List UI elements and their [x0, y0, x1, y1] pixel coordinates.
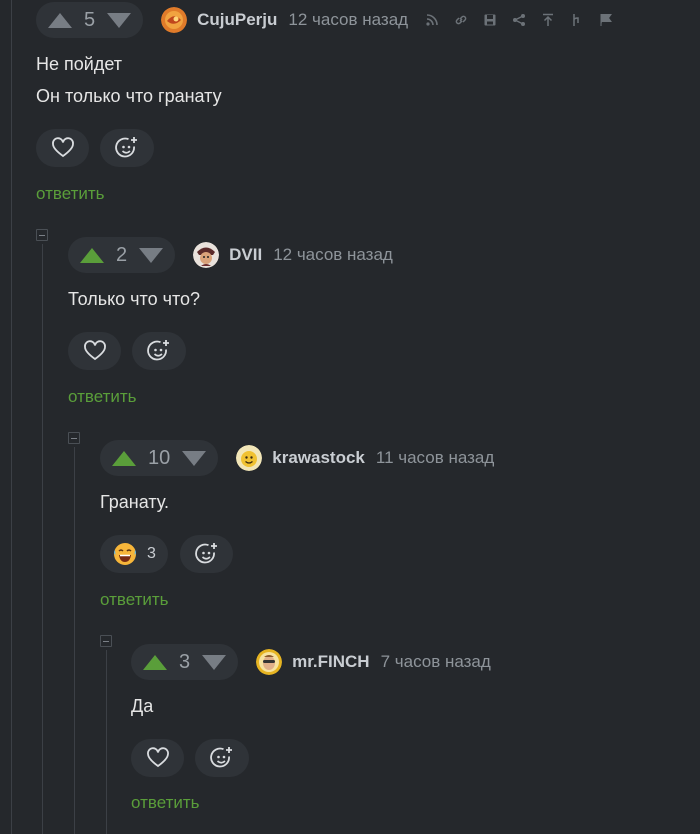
thread-line [74, 447, 75, 834]
avatar[interactable] [256, 649, 283, 675]
username[interactable]: krawastock [272, 448, 365, 468]
add-emoji-icon [115, 137, 137, 158]
like-button[interactable] [131, 739, 184, 777]
downvote-icon[interactable] [202, 654, 227, 670]
reply-link[interactable]: ответить [100, 590, 169, 610]
timestamp[interactable]: 7 часов назад [381, 652, 491, 672]
username[interactable]: CujuPerju [197, 10, 277, 30]
vote-count: 2 [116, 243, 128, 266]
comment-header: 2 DVII 12 часов назад [68, 237, 393, 273]
vote-count: 10 [148, 446, 171, 469]
add-emoji-icon [147, 340, 169, 361]
reply-link[interactable]: ответить [131, 793, 200, 813]
vote-box: 2 [68, 237, 176, 273]
link-icon[interactable] [451, 10, 471, 30]
comment-header: 10 krawastock 11 часов назад [100, 440, 494, 476]
reply-link[interactable]: ответить [68, 387, 137, 407]
vote-box: 5 [36, 2, 144, 38]
comment-text: Только что что? [68, 289, 201, 309]
reaction-laugh-button[interactable]: 3 [100, 535, 168, 573]
upvote-icon[interactable] [112, 450, 136, 466]
share-icon[interactable] [509, 10, 529, 30]
add-reaction-button[interactable] [180, 535, 233, 573]
thread-line [106, 650, 107, 834]
timestamp[interactable]: 12 часов назад [288, 10, 408, 30]
save-icon[interactable] [480, 10, 500, 30]
comment-text: Гранату. [100, 492, 169, 512]
add-reaction-button[interactable] [132, 332, 186, 370]
timestamp[interactable]: 11 часов назад [376, 448, 494, 468]
upvote-icon[interactable] [80, 247, 104, 263]
avatar[interactable] [236, 445, 263, 471]
vote-box: 3 [131, 644, 239, 680]
downvote-icon[interactable] [182, 450, 207, 466]
comment-text: Да [131, 696, 154, 716]
username[interactable]: DVII [229, 245, 262, 265]
collapse-thread-button[interactable] [100, 635, 112, 647]
comment-toolbar [422, 10, 625, 30]
reply-link[interactable]: ответить [36, 184, 105, 204]
add-reaction-button[interactable] [100, 129, 154, 167]
reaction-count: 3 [147, 545, 156, 562]
avatar[interactable] [193, 242, 220, 268]
downvote-icon[interactable] [107, 12, 132, 28]
like-button[interactable] [68, 332, 121, 370]
upvote-icon[interactable] [143, 654, 167, 670]
vote-box: 10 [100, 440, 219, 476]
rss-icon[interactable] [422, 10, 442, 30]
username[interactable]: mr.FINCH [292, 652, 369, 672]
vote-count: 5 [84, 8, 96, 31]
downvote-icon[interactable] [139, 247, 164, 263]
thread-line [11, 0, 12, 834]
thread-line [42, 244, 43, 834]
avatar[interactable] [161, 7, 188, 33]
add-reaction-button[interactable] [195, 739, 249, 777]
vote-count: 3 [179, 650, 191, 673]
collapse-thread-button[interactable] [36, 229, 48, 241]
report-flag-icon[interactable] [596, 10, 616, 30]
timestamp[interactable]: 12 часов назад [273, 245, 393, 265]
comment-header: 5 CujuPerju 12 часов назад [36, 2, 625, 38]
like-button[interactable] [36, 129, 89, 167]
laughing-emoji-icon [114, 543, 136, 565]
heart-icon [146, 747, 169, 768]
collapse-thread-button[interactable] [68, 432, 80, 444]
upvote-icon[interactable] [48, 12, 72, 28]
add-emoji-icon [210, 747, 232, 768]
add-emoji-icon [194, 543, 217, 564]
comment-header: 3 mr.FINCH 7 часов назад [131, 644, 491, 680]
comment-text: Он только что гранату [36, 86, 222, 106]
comment-text: Не пойдет [36, 54, 122, 74]
heart-icon [51, 137, 74, 158]
go-up-icon[interactable] [538, 10, 558, 30]
branch-icon[interactable] [567, 10, 587, 30]
heart-icon [83, 340, 106, 361]
